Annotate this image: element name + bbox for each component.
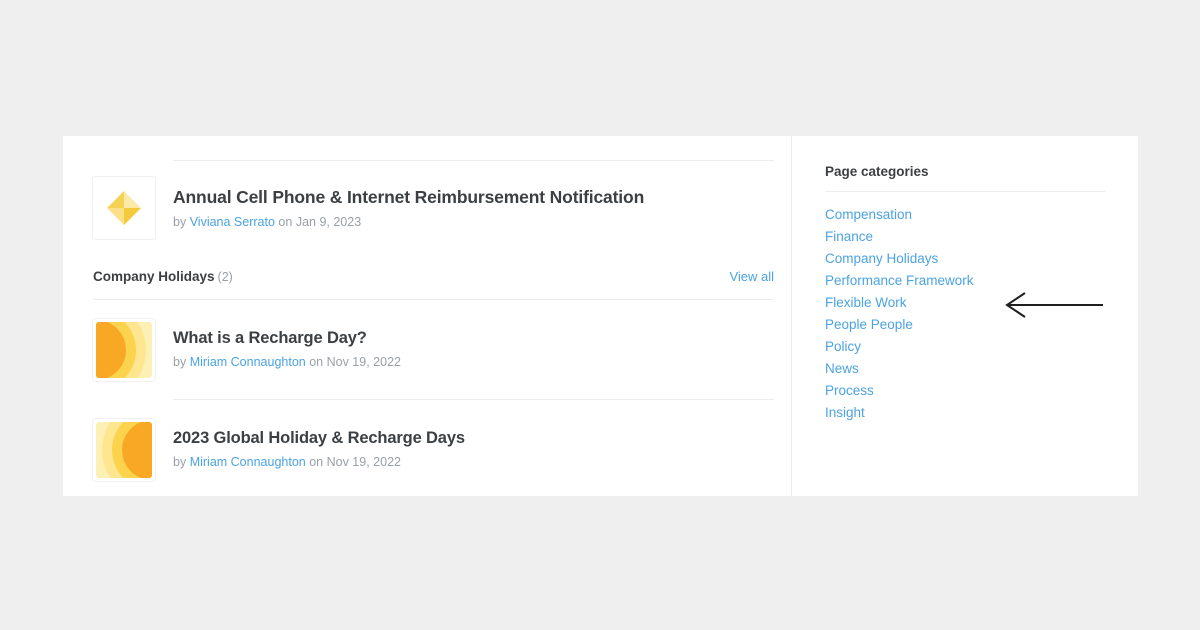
- section-divider: [93, 299, 774, 300]
- list-item-byline: by Miriam Connaughton on Nov 19, 2022: [173, 354, 401, 370]
- list-item: Compensation: [825, 204, 1105, 226]
- featured-article-title[interactable]: Annual Cell Phone & Internet Reimburseme…: [173, 187, 644, 209]
- list-item: News: [825, 358, 1105, 380]
- byline-middle: on: [309, 354, 324, 369]
- featured-article-date: Jan 9, 2023: [295, 214, 362, 229]
- diamond-facets-icon: [93, 177, 155, 239]
- byline-prefix: by: [173, 354, 187, 369]
- sidebar-item-performance-framework[interactable]: Performance Framework: [825, 273, 974, 288]
- sidebar-item-policy[interactable]: Policy: [825, 339, 861, 354]
- list-item-text: What is a Recharge Day? by Miriam Connau…: [173, 319, 401, 370]
- list-item: Finance: [825, 226, 1105, 248]
- list-item-date: Nov 19, 2022: [326, 354, 401, 369]
- list-item[interactable]: 2023 Global Holiday & Recharge Days by M…: [93, 419, 774, 481]
- list-item-title[interactable]: What is a Recharge Day?: [173, 328, 401, 349]
- section-title: Company Holidays: [93, 269, 215, 284]
- sidebar-title: Page categories: [825, 164, 929, 179]
- sidebar-item-flexible-work[interactable]: Flexible Work: [825, 295, 907, 310]
- featured-article-byline: by Viviana Serrato on Jan 9, 2023: [173, 214, 644, 230]
- section-count: (2): [217, 270, 233, 284]
- sidebar-item-compensation[interactable]: Compensation: [825, 207, 912, 222]
- content-card: Annual Cell Phone & Internet Reimburseme…: [63, 136, 1138, 496]
- list-item: Performance Framework: [825, 270, 1105, 292]
- list-item-byline: by Miriam Connaughton on Nov 19, 2022: [173, 454, 465, 470]
- category-list: Compensation Finance Company Holidays Pe…: [825, 204, 1105, 424]
- list-item: People People: [825, 314, 1105, 336]
- list-item-title[interactable]: 2023 Global Holiday & Recharge Days: [173, 428, 465, 449]
- sidebar-item-people-people[interactable]: People People: [825, 317, 913, 332]
- list-item: Flexible Work: [825, 292, 1105, 314]
- list-item: Process: [825, 380, 1105, 402]
- sidebar-item-process[interactable]: Process: [825, 383, 874, 398]
- sidebar-item-company-holidays[interactable]: Company Holidays: [825, 251, 938, 266]
- sunrise-arcs-left-icon: [93, 319, 155, 381]
- list-item-text: 2023 Global Holiday & Recharge Days by M…: [173, 419, 465, 470]
- main-content-column: Annual Cell Phone & Internet Reimburseme…: [63, 136, 791, 496]
- sidebar-item-finance[interactable]: Finance: [825, 229, 873, 244]
- list-item-author-link[interactable]: Miriam Connaughton: [190, 355, 306, 369]
- section-title-group: Company Holidays (2): [93, 268, 233, 286]
- sidebar-item-insight[interactable]: Insight: [825, 405, 865, 420]
- sunrise-arcs-right-icon: [93, 419, 155, 481]
- featured-article-text: Annual Cell Phone & Internet Reimburseme…: [173, 177, 644, 230]
- list-item: Company Holidays: [825, 248, 1105, 270]
- page-categories-sidebar: Page categories Compensation Finance Com…: [791, 136, 1138, 496]
- byline-prefix: by: [173, 454, 187, 469]
- list-item-date: Nov 19, 2022: [326, 454, 401, 469]
- byline-prefix: by: [173, 214, 187, 229]
- sidebar-item-news[interactable]: News: [825, 361, 859, 376]
- list-item-author-link[interactable]: Miriam Connaughton: [190, 455, 306, 469]
- view-all-link[interactable]: View all: [729, 269, 774, 284]
- byline-middle: on: [278, 214, 293, 229]
- byline-middle: on: [309, 454, 324, 469]
- list-item: Insight: [825, 402, 1105, 424]
- featured-author-link[interactable]: Viviana Serrato: [190, 215, 275, 229]
- list-item[interactable]: What is a Recharge Day? by Miriam Connau…: [93, 319, 774, 381]
- list-divider: [173, 399, 774, 400]
- sidebar-divider: [825, 191, 1105, 192]
- featured-article[interactable]: Annual Cell Phone & Internet Reimburseme…: [93, 177, 774, 239]
- list-item: Policy: [825, 336, 1105, 358]
- company-holidays-section-header: Company Holidays (2) View all: [93, 268, 774, 286]
- top-divider: [173, 160, 774, 161]
